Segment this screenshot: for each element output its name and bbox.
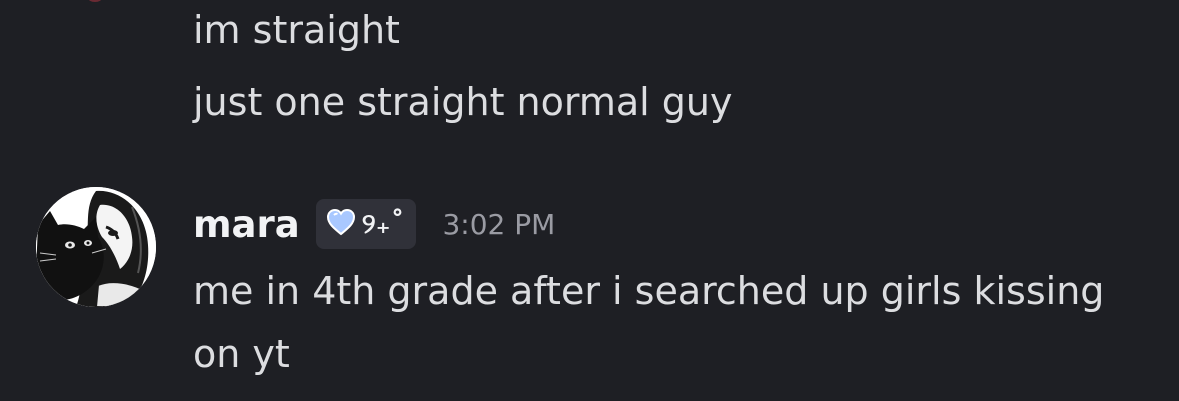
message-text: just one straight normal guy <box>193 80 733 124</box>
server-tag-text: ୨₊˚ <box>361 207 405 240</box>
heart-icon <box>326 208 356 240</box>
avatar[interactable] <box>36 187 156 307</box>
server-tag-badge[interactable]: ୨₊˚ <box>315 199 417 249</box>
message-header: mara ୨₊˚ 3:02 PM <box>193 198 555 250</box>
username[interactable]: mara <box>193 203 300 246</box>
reaction-edge <box>88 0 102 2</box>
message-group: mara ୨₊˚ 3:02 PM me in 4th grade after i… <box>0 180 1179 401</box>
message-content: me in 4th grade after i searched up girl… <box>193 269 1105 376</box>
avatar-image <box>36 187 156 307</box>
chat-area: im straight just one straight normal guy <box>0 0 1179 401</box>
message-text: im straight <box>193 8 400 52</box>
timestamp[interactable]: 3:02 PM <box>442 208 555 241</box>
